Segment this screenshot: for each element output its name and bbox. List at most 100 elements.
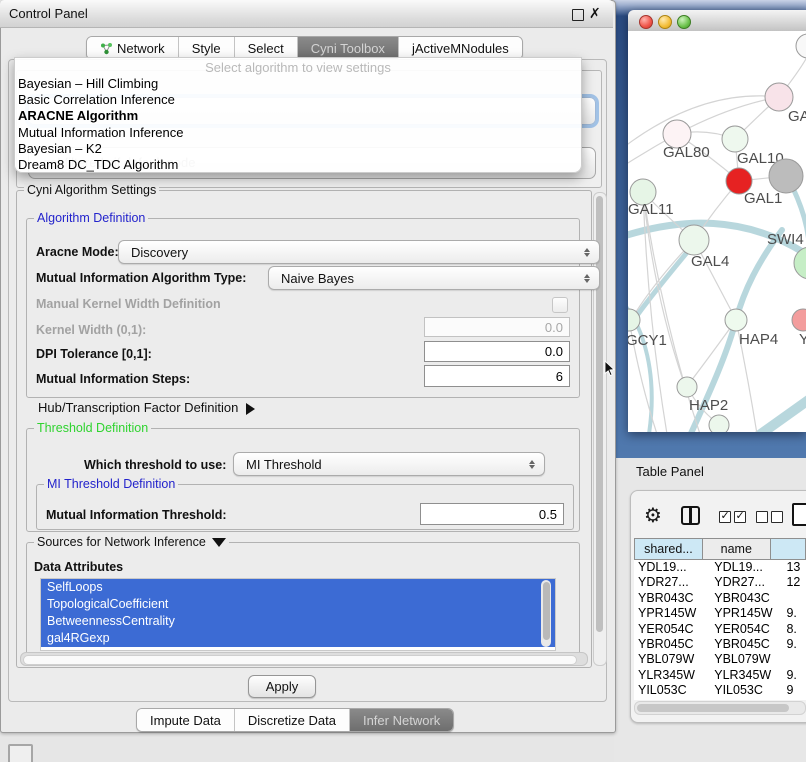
network-node-hap4[interactable]	[725, 309, 747, 331]
tab-style[interactable]: Style	[178, 37, 234, 59]
data-attributes-list[interactable]: SelfLoopsTopologicalCoefficientBetweenne…	[40, 578, 556, 651]
table-cell: YIL053C	[634, 683, 710, 698]
network-node[interactable]	[709, 415, 729, 432]
scrollbar-thumb[interactable]	[637, 704, 789, 712]
mi-steps-field[interactable]	[424, 365, 570, 387]
stepper-arrows-icon	[527, 460, 536, 469]
column-header-name[interactable]: name	[703, 538, 771, 560]
zoom-traffic-light-icon[interactable]	[677, 15, 691, 29]
tab-select[interactable]: Select	[234, 37, 297, 59]
table-horizontal-scrollbar[interactable]	[634, 701, 806, 715]
hub-definition-toggle[interactable]: Hub/Transcription Factor Definition	[38, 400, 255, 415]
mi-type-label: Mutual Information Algorithm Type:	[36, 271, 246, 285]
scrollbar-thumb[interactable]	[23, 655, 577, 665]
tab-infer-network[interactable]: Infer Network	[349, 709, 453, 731]
scrollbar-thumb[interactable]	[543, 582, 550, 640]
table-row[interactable]: YIL053CYIL053C9	[634, 683, 806, 698]
collapse-arrow-icon	[212, 538, 226, 547]
table-cell: YDL19...	[710, 560, 786, 575]
data-attributes-label: Data Attributes	[34, 560, 123, 574]
algorithm-option-basic-correlation-inference[interactable]: Basic Correlation Inference	[15, 92, 581, 108]
table-row[interactable]: YDL19...YDL19...13	[634, 560, 806, 575]
tab-label: Discretize Data	[248, 713, 336, 728]
table-cell: 9	[786, 683, 806, 698]
kernel-width-field[interactable]	[424, 317, 570, 337]
table-cell: 8.	[786, 622, 806, 637]
algorithm-option-bayesian-k2[interactable]: Bayesian – K2	[15, 141, 581, 157]
table-header-row: shared...name	[634, 538, 806, 560]
table-row[interactable]: YPR145WYPR145W9.	[634, 606, 806, 621]
mi-threshold-field[interactable]	[420, 503, 564, 525]
gear-icon[interactable]: ⚙	[644, 503, 662, 528]
table-cell: YER054C	[634, 622, 710, 637]
tab-label: Style	[192, 41, 221, 56]
network-window-titlebar[interactable]	[628, 10, 806, 32]
network-node-hap2[interactable]	[677, 377, 697, 397]
table-row[interactable]: YBR043CYBR043C	[634, 591, 806, 606]
float-window-icon[interactable]	[572, 9, 584, 21]
split-panel-icon[interactable]	[681, 506, 700, 525]
table-cell: 9.	[786, 668, 806, 683]
network-node-gal4[interactable]	[679, 225, 709, 255]
table-row[interactable]: YBR045CYBR045C9.	[634, 637, 806, 652]
screen: GALGAL80GAL10GAL1GAL11SWI4GAL4GCY1HAP4YH…	[0, 0, 806, 762]
network-node[interactable]	[796, 34, 806, 58]
column-header-blank[interactable]	[771, 538, 806, 560]
stepper-arrows-icon	[582, 248, 591, 257]
apply-button[interactable]: Apply	[248, 675, 316, 698]
which-threshold-value: MI Threshold	[246, 457, 527, 472]
network-node-gal[interactable]	[765, 83, 793, 111]
tab-cyni-toolbox[interactable]: Cyni Toolbox	[297, 37, 398, 59]
network-node[interactable]	[769, 159, 803, 193]
table-row[interactable]: YDR27...YDR27...12	[634, 575, 806, 590]
table-cell: 12	[786, 575, 806, 590]
algorithm-option-aracne-algorithm[interactable]: ARACNE Algorithm	[15, 108, 581, 124]
hub-definition-label: Hub/Transcription Factor Definition	[38, 400, 238, 415]
dpi-tolerance-field[interactable]	[424, 341, 570, 362]
algorithm-option-mutual-information-inference[interactable]: Mutual Information Inference	[15, 125, 581, 141]
network-node-gal10[interactable]	[722, 126, 748, 152]
table-row[interactable]: YER054CYER054C8.	[634, 622, 806, 637]
which-threshold-combo[interactable]: MI Threshold	[233, 452, 545, 476]
floating-widget[interactable]	[8, 744, 33, 762]
close-traffic-light-icon[interactable]	[639, 15, 653, 29]
network-canvas[interactable]: GALGAL80GAL10GAL1GAL11SWI4GAL4GCY1HAP4YH…	[628, 31, 806, 432]
tab-label: Infer Network	[363, 713, 440, 728]
table-row[interactable]: YLR345WYLR345W9.	[634, 668, 806, 683]
sources-toggle[interactable]: Sources for Network Inference	[34, 535, 229, 549]
tab-label: Network	[117, 41, 165, 56]
manual-kernel-checkbox[interactable]	[552, 297, 568, 313]
table-row[interactable]: YBL079WYBL079W	[634, 652, 806, 667]
node-label-swi4: SWI4	[767, 231, 804, 248]
network-window: GALGAL80GAL10GAL1GAL11SWI4GAL4GCY1HAP4YH…	[628, 10, 806, 432]
column-header-shared[interactable]: shared...	[634, 538, 703, 560]
deselect-all-icon[interactable]	[756, 511, 783, 523]
algorithm-option-dream8-dc-tdc-algorithm[interactable]: Dream8 DC_TDC Algorithm	[15, 157, 581, 173]
minimize-traffic-light-icon[interactable]	[658, 15, 672, 29]
data-attribute-item[interactable]: gal4RGexp	[41, 630, 555, 647]
select-all-icon[interactable]	[719, 511, 746, 523]
settings-horizontal-scrollbar[interactable]	[20, 652, 588, 666]
mi-type-combo[interactable]: Naive Bayes	[268, 266, 600, 290]
tab-impute-data[interactable]: Impute Data	[137, 709, 234, 731]
network-edge[interactable]	[628, 96, 779, 150]
aracne-mode-combo[interactable]: Discovery	[118, 240, 600, 264]
bottom-tab-bar: Impute Data Discretize Data Infer Network	[136, 708, 454, 732]
table-cell: 9.	[786, 606, 806, 621]
close-icon[interactable]: ✗	[589, 5, 601, 22]
network-node-y[interactable]	[792, 309, 806, 331]
which-threshold-label: Which threshold to use:	[84, 458, 226, 472]
tab-discretize-data[interactable]: Discretize Data	[234, 709, 349, 731]
data-attribute-item[interactable]: SelfLoops	[41, 579, 555, 596]
algorithm-option-bayesian-hill-climbing[interactable]: Bayesian – Hill Climbing	[15, 76, 581, 92]
tab-jactivemnodules[interactable]: jActiveMNodules	[398, 37, 522, 59]
tab-label: Select	[248, 41, 284, 56]
mi-threshold-group-title: MI Threshold Definition	[44, 477, 178, 491]
data-attribute-item[interactable]: TopologicalCoefficient	[41, 596, 555, 613]
page-icon[interactable]	[792, 503, 806, 526]
aracne-mode-value: Discovery	[131, 245, 582, 260]
data-attribute-item[interactable]: BetweennessCentrality	[41, 613, 555, 630]
tab-network[interactable]: Network	[87, 37, 178, 59]
attributes-list-scrollbar[interactable]	[541, 580, 551, 647]
sources-title: Sources for Network Inference	[37, 535, 206, 549]
